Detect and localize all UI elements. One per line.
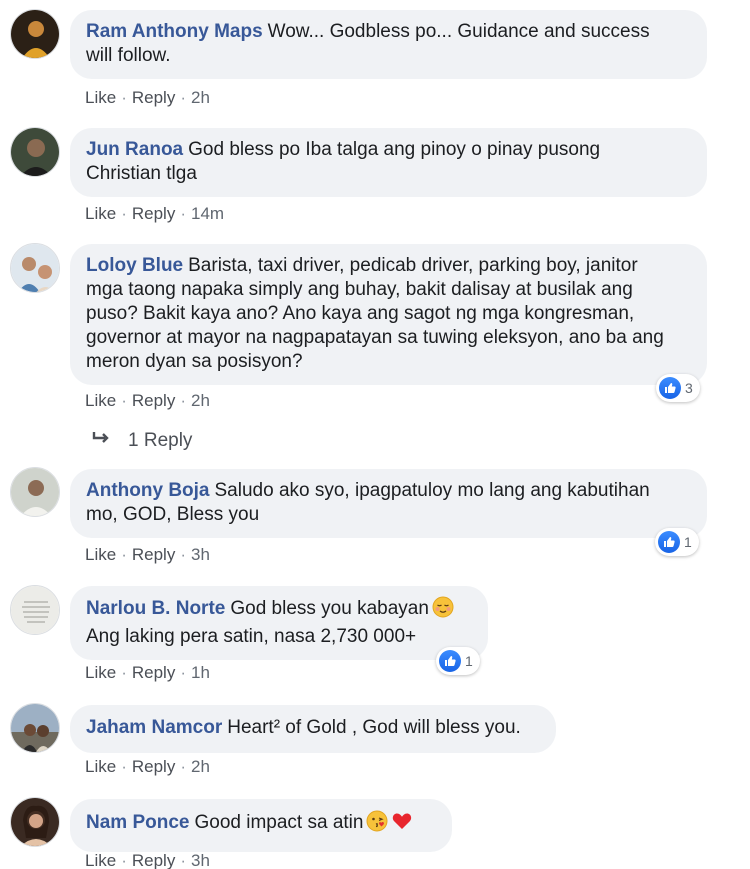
avatar[interactable] [10, 127, 60, 177]
comment-timestamp[interactable]: 2h [191, 757, 210, 776]
comment-author[interactable]: Jaham Namcor [86, 717, 222, 738]
comment-actions: Like · Reply · 3h [85, 851, 210, 869]
like-thumb-icon [659, 377, 681, 399]
like-link[interactable]: Like [85, 851, 116, 869]
avatar[interactable] [10, 467, 60, 517]
comment-bubble: Jaham Namcor Heart² of Gold , God will bl… [70, 705, 556, 753]
comment-bubble: Loloy Blue Barista, taxi driver, pedicab … [70, 244, 707, 385]
comment-text: Good impact sa atin [194, 812, 364, 833]
comment-author[interactable]: Nam Ponce [86, 812, 189, 833]
comment-timestamp[interactable]: 2h [191, 391, 210, 410]
comment-actions: Like · Reply · 14m [85, 204, 225, 223]
comment-timestamp[interactable]: 3h [191, 545, 210, 564]
like-link[interactable]: Like [85, 204, 116, 223]
replies-count-label: 1 Reply [128, 430, 193, 451]
comment-text: Ang laking pera satin, nasa 2,730 000+ [86, 626, 417, 647]
comment-text: Saludo ako syo, ipagpatuloy mo lang ang … [214, 480, 650, 501]
comment-author[interactable]: Narlou B. Norte [86, 598, 225, 619]
comment-actions: Like · Reply · 2h [85, 391, 210, 410]
reaction-count[interactable]: 1 [436, 647, 480, 675]
reply-link[interactable]: Reply [132, 204, 175, 223]
comment-text: mo, GOD, Bless you [86, 504, 260, 525]
like-thumb-icon [439, 650, 461, 672]
comment-text: Wow... Godbless po... Guidance and succe… [267, 21, 650, 42]
like-link[interactable]: Like [85, 391, 116, 410]
comment-bubble: Jun Ranoa God bless po Iba talga ang pino… [70, 128, 707, 197]
comment-text: Barista, taxi driver, pedicab driver, pa… [188, 255, 638, 276]
comment-timestamp[interactable]: 3h [191, 851, 210, 869]
comment-author[interactable]: Ram Anthony Maps [86, 21, 263, 42]
comment-text: Christian tlga [86, 163, 197, 184]
comment-text: mga taong napaka simply ang buhay, bakit… [86, 279, 633, 300]
comment-timestamp[interactable]: 14m [191, 204, 224, 223]
comment-actions: Like · Reply · 1h [85, 663, 210, 682]
comment-text: will follow. [86, 45, 171, 66]
like-link[interactable]: Like [85, 88, 116, 107]
comment-text: Heart² of Gold , God will bless you. [227, 717, 521, 738]
like-link[interactable]: Like [85, 663, 116, 682]
like-link[interactable]: Like [85, 757, 116, 776]
comment-bubble: Nam Ponce Good impact sa atin [70, 799, 452, 852]
relieved-face-emoji [432, 596, 454, 625]
comment-bubble: Ram Anthony Maps Wow... Godbless po... Gu… [70, 10, 707, 79]
kissing-face-emoji [366, 810, 388, 839]
reply-link[interactable]: Reply [132, 88, 175, 107]
red-heart-emoji [391, 810, 413, 839]
comment-text: governor at mayor na nagpapatayan sa tuw… [86, 327, 664, 348]
reaction-number: 3 [685, 380, 693, 396]
comment-author[interactable]: Loloy Blue [86, 255, 183, 276]
avatar[interactable] [10, 797, 60, 847]
avatar[interactable] [10, 9, 60, 59]
avatar[interactable] [10, 243, 60, 293]
reply-arrow-icon [92, 430, 112, 452]
comment-bubble: Anthony Boja Saludo ako syo, ipagpatuloy … [70, 469, 707, 538]
reply-link[interactable]: Reply [132, 663, 175, 682]
comment-timestamp[interactable]: 2h [191, 88, 210, 107]
reaction-number: 1 [684, 534, 692, 550]
avatar[interactable] [10, 703, 60, 753]
reply-link[interactable]: Reply [132, 757, 175, 776]
reply-link[interactable]: Reply [132, 545, 175, 564]
comment-actions: Like · Reply · 2h [85, 757, 210, 776]
comment-author[interactable]: Anthony Boja [86, 480, 210, 501]
reply-link[interactable]: Reply [132, 851, 175, 869]
like-thumb-icon [658, 531, 680, 553]
comment-text: God bless po Iba talga ang pinoy o pinay… [188, 139, 601, 160]
comment-timestamp[interactable]: 1h [191, 663, 210, 682]
comment-bubble: Narlou B. Norte God bless you kabayan Ang… [70, 586, 488, 660]
reaction-count[interactable]: 3 [656, 374, 700, 402]
like-link[interactable]: Like [85, 545, 116, 564]
reaction-count[interactable]: 1 [655, 528, 699, 556]
comment-text: puso? Bakit kaya ano? Ano kaya ang sagot… [86, 303, 635, 324]
comment-actions: Like · Reply · 2h [85, 88, 210, 107]
comment-text: God bless you kabayan [230, 598, 429, 619]
comment-text: meron dyan sa posisyon? [86, 351, 303, 372]
comment-actions: Like · Reply · 3h [85, 545, 210, 564]
comment-author[interactable]: Jun Ranoa [86, 139, 183, 160]
reaction-number: 1 [465, 653, 473, 669]
avatar[interactable] [10, 585, 60, 635]
reply-link[interactable]: Reply [132, 391, 175, 410]
view-replies-link[interactable]: 1 Reply [92, 430, 192, 452]
